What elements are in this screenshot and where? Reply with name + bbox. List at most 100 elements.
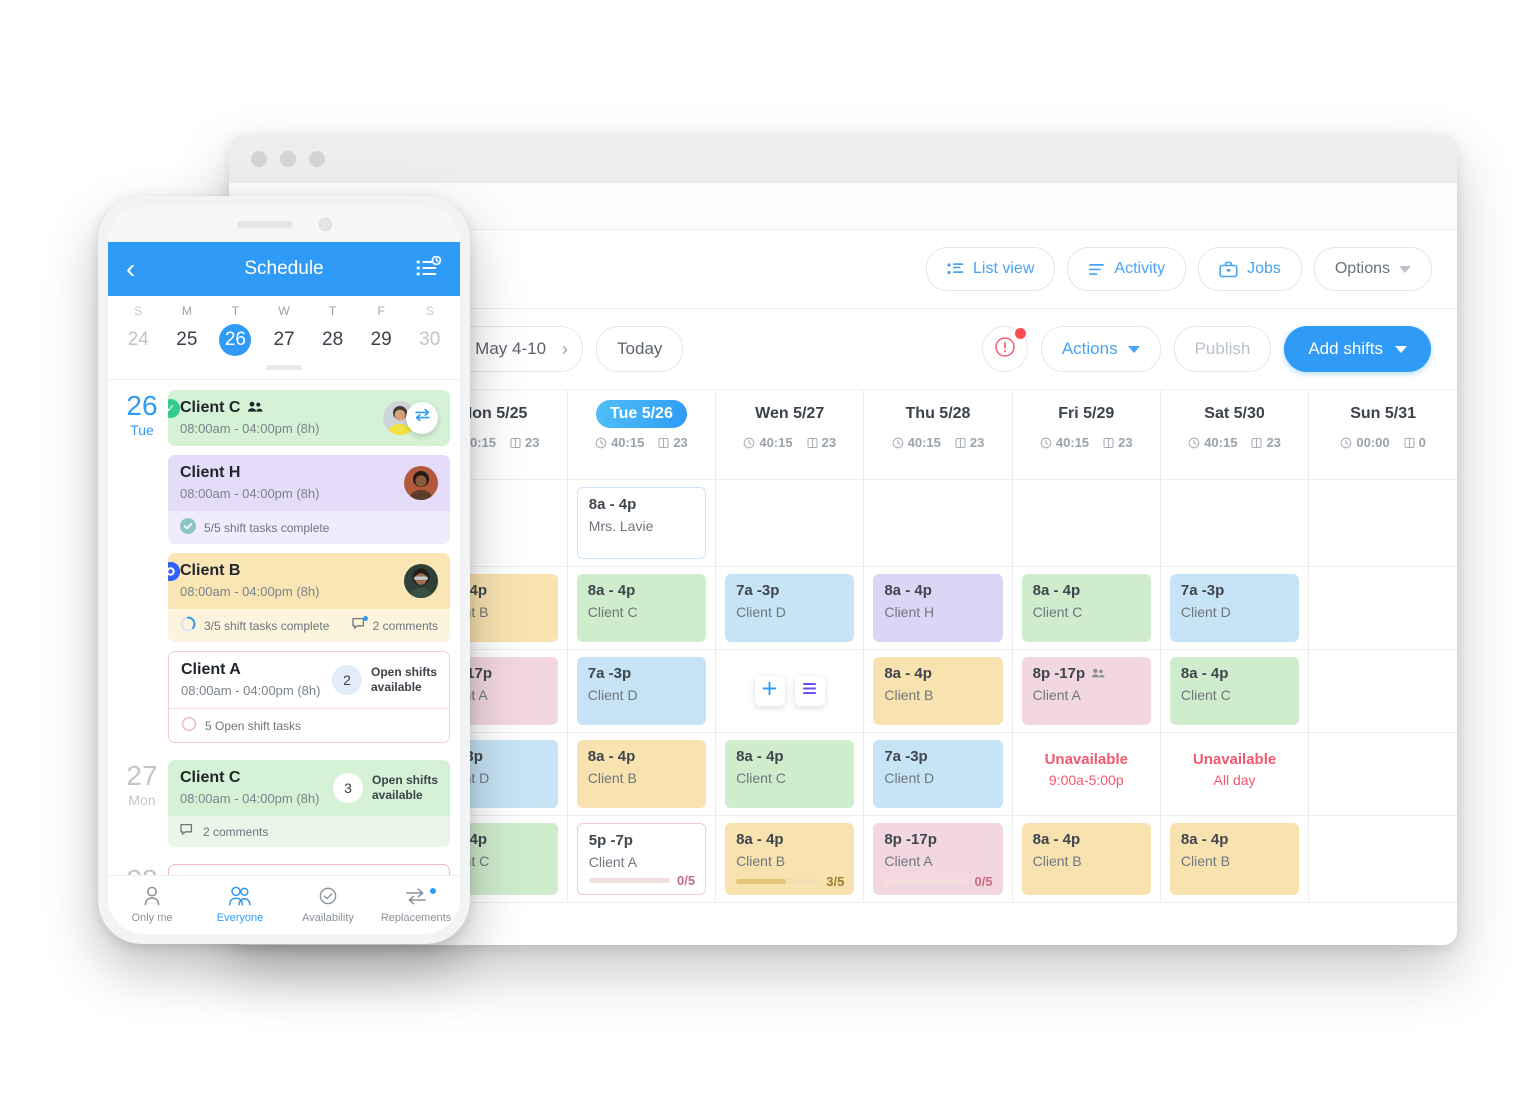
cell[interactable]: 8a - 4p Client C [567, 566, 717, 650]
calendar-expand-handle[interactable] [266, 365, 302, 370]
cell[interactable]: 8a - 4p Client B [863, 649, 1013, 733]
cell[interactable]: 8a - 4p Client H [863, 566, 1013, 650]
chevron-right-icon[interactable]: › [562, 340, 568, 358]
cell[interactable]: 7a -3p Client D [715, 566, 865, 650]
back-button[interactable]: ‹ [126, 255, 135, 283]
shift-chip[interactable]: 8p -17p Client A [1021, 657, 1151, 725]
shift-client: Client C [1032, 603, 1083, 620]
cell[interactable]: 7a -3p Client D [567, 649, 717, 733]
cell[interactable]: 5p -7p Client A 0/5 [567, 815, 717, 903]
cell[interactable]: 8a - 4p Client B [1012, 815, 1161, 903]
window-minimize-dot[interactable] [280, 151, 296, 167]
calendar-day[interactable]: 30 [405, 324, 454, 356]
cell-hover[interactable] [715, 649, 865, 733]
today-button[interactable]: Today [596, 326, 684, 372]
shift-chip[interactable]: 8a - 4p Client B [1021, 823, 1151, 895]
cell[interactable] [1012, 479, 1161, 567]
day-header-thu[interactable]: Thu 5/28 40:15 23 [863, 390, 1013, 480]
shift-chip[interactable]: 8a - 4p Client B [873, 657, 1003, 725]
shift-chip[interactable]: 8a - 4p Client C [1169, 657, 1300, 725]
shift-card[interactable]: ✓ Client C 08:00am - 04:00pm (8h) [168, 390, 450, 446]
day-header-tue[interactable]: Tue 5/26 40:15 23 [567, 390, 717, 480]
shift-chip[interactable]: 8a - 4p Client C [1021, 574, 1151, 642]
shift-template-mini-button[interactable] [794, 676, 825, 706]
tab-replacements[interactable]: Replacements [372, 886, 460, 924]
shift-client: Mrs. Lavie [588, 517, 654, 534]
calendar-day[interactable]: 24 [114, 324, 163, 356]
calendar-day[interactable]: 27 [260, 324, 309, 356]
cell[interactable]: Unavailable All day [1160, 732, 1310, 816]
calendar-day-selected[interactable]: 26 [211, 324, 260, 356]
day-stats: 40:15 23 [1162, 435, 1307, 450]
cell[interactable]: 7a -3p Client D [1160, 566, 1310, 650]
add-shifts-button[interactable]: Add shifts [1284, 326, 1431, 372]
cell[interactable]: 8a - 4p Mrs. Lavie [567, 479, 717, 567]
cell[interactable] [1160, 479, 1310, 567]
shift-card[interactable]: Client B 08:00am - 04:00pm (8h) 3/5 shif… [168, 553, 450, 642]
shift-chip[interactable]: 8a - 4p Client C [576, 574, 707, 642]
cell[interactable]: 8a - 4p Client B 3/5 [715, 815, 865, 903]
tab-everyone[interactable]: Everyone [196, 886, 284, 924]
shift-chip[interactable]: 7a -3p Client D [873, 740, 1003, 808]
cell[interactable]: Unavailable 9:00a-5:00p [1012, 732, 1161, 816]
cell[interactable]: 8a - 4p Client B [1160, 815, 1310, 903]
window-close-dot[interactable] [251, 151, 267, 167]
cell[interactable]: 8a - 4p Client B [567, 732, 717, 816]
cell[interactable]: 7a -3p Client D [863, 732, 1013, 816]
cell[interactable] [863, 479, 1013, 567]
shift-chip[interactable]: 7a -3p Client D [576, 657, 707, 725]
shift-chip[interactable]: 7a -3p Client D [725, 574, 855, 642]
calendar-day[interactable]: 25 [163, 324, 212, 356]
cell[interactable] [715, 479, 865, 567]
schedule-list-button[interactable] [416, 255, 442, 283]
shift-chip[interactable]: 8a - 4p Client H [873, 574, 1003, 642]
day-header-sun[interactable]: Sun 5/31 00:00 0 [1308, 390, 1457, 480]
add-shift-mini-button[interactable] [754, 676, 785, 706]
comments-indicator[interactable]: 2 comments [351, 616, 438, 634]
shift-chip[interactable]: 8a - 4p Client B [576, 740, 707, 808]
cell[interactable]: 8a - 4p Client C [715, 732, 865, 816]
shift-chip[interactable]: 8a - 4p Client B 3/5 [725, 823, 855, 895]
shift-chip[interactable]: 8a - 4p Client C [725, 740, 855, 808]
cell[interactable]: 8p -17p Client A 0/5 [863, 815, 1013, 903]
shift-card[interactable]: Client A 08:00am - 04:00pm (8h) 2 Open s… [168, 651, 450, 743]
cell[interactable]: 8a - 4p Client C [1160, 649, 1310, 733]
actions-button[interactable]: Actions [1040, 326, 1161, 372]
window-maximize-dot[interactable] [309, 151, 325, 167]
shift-chip[interactable]: 8a - 4p Mrs. Lavie [576, 487, 707, 559]
shift-chip[interactable]: 8a - 4p Client B [1169, 823, 1300, 895]
activity-button[interactable]: Activity [1067, 247, 1187, 291]
calendar-day[interactable]: 29 [357, 324, 406, 356]
tab-availability[interactable]: Availability [284, 886, 372, 924]
shift-card[interactable]: Client H 08:00am - 04:00pm (8h) 5/5 shif… [168, 455, 450, 544]
tab-only-me[interactable]: Only me [108, 886, 196, 924]
jobs-button[interactable]: Jobs [1198, 247, 1302, 291]
cell[interactable] [1308, 732, 1457, 816]
day-header-sat[interactable]: Sat 5/30 40:15 23 [1160, 390, 1310, 480]
day-hours: 40:15 [1188, 435, 1237, 450]
toolbar-right-group: Actions Publish Add shifts [981, 326, 1431, 372]
day-header-fri[interactable]: Fri 5/29 40:15 23 [1012, 390, 1161, 480]
cell[interactable]: 8p -17p Client A [1012, 649, 1161, 733]
group-date-weekday: Mon [128, 792, 156, 808]
list-view-button[interactable]: List view [926, 247, 1056, 291]
swap-shift-button[interactable] [406, 401, 438, 434]
shift-chip[interactable]: 7a -3p Client D [1169, 574, 1300, 642]
shift-chip[interactable]: 8p -17p Client A 0/5 [873, 823, 1003, 895]
options-button[interactable]: Options [1313, 247, 1432, 291]
publish-button[interactable]: Publish [1173, 326, 1272, 372]
cell[interactable] [1308, 649, 1457, 733]
cell[interactable]: 8a - 4p Client C [1012, 566, 1161, 650]
shift-card[interactable]: Client C 08:00am - 04:00pm (8h) 3 Open s… [168, 760, 450, 847]
calendar-day[interactable]: 28 [308, 324, 357, 356]
shift-day-group: 27 Mon Client C 08:00am - 04:00pm (8h) 3 [108, 760, 460, 856]
day-header-wen[interactable]: Wen 5/27 40:15 23 [715, 390, 865, 480]
cell[interactable] [1308, 479, 1457, 567]
alerts-button[interactable] [981, 326, 1028, 372]
today-label: Today [617, 339, 663, 358]
cell[interactable] [1308, 815, 1457, 903]
group-cards: Client C 08:00am - 04:00pm (8h) 3 Open s… [168, 760, 450, 856]
tab-label: Replacements [380, 912, 452, 924]
shift-chip[interactable]: 5p -7p Client A 0/5 [576, 823, 707, 895]
cell[interactable] [1308, 566, 1457, 650]
